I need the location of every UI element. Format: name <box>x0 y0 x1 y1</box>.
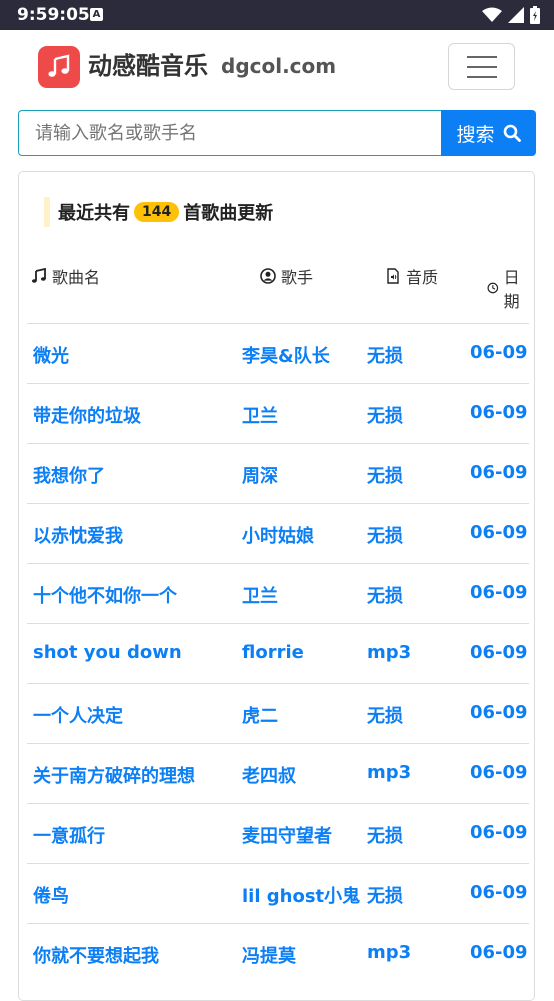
title-prefix: 最近共有 <box>58 203 130 224</box>
date-text[interactable]: 06-09 <box>470 642 528 663</box>
quality-link[interactable]: mp3 <box>367 762 411 783</box>
song-list: 微光 李昊&队长 无损 06-09 带走你的垃圾 卫兰 无损 06-09 我想你… <box>27 323 529 983</box>
sim-icon: A <box>90 8 103 21</box>
song-link[interactable]: shot you down <box>33 642 182 663</box>
table-row[interactable]: 以赤忱爱我 小时姑娘 无损 06-09 <box>27 503 529 563</box>
title-suffix: 首歌曲更新 <box>183 203 274 224</box>
artist-link[interactable]: 麦田守望者 <box>242 822 332 848</box>
quality-link[interactable]: 无损 <box>367 882 403 908</box>
search-input[interactable] <box>18 110 442 156</box>
artist-link[interactable]: 老四叔 <box>242 762 296 788</box>
date-text[interactable]: 06-09 <box>470 522 528 543</box>
artist-link[interactable]: 卫兰 <box>242 402 278 428</box>
navbar: 动感酷音乐 dgcol.com <box>0 30 554 106</box>
column-artist: 歌手 <box>260 264 313 288</box>
song-link[interactable]: 一意孤行 <box>33 822 105 848</box>
artist-link[interactable]: 李昊&队长 <box>242 342 330 368</box>
song-link[interactable]: 以赤忱爱我 <box>33 522 123 548</box>
search-icon <box>503 124 521 142</box>
song-link[interactable]: 我想你了 <box>33 462 105 488</box>
table-row[interactable]: 带走你的垃圾 卫兰 无损 06-09 <box>27 383 529 443</box>
date-text[interactable]: 06-09 <box>470 402 528 423</box>
status-time: 9:59:05 <box>17 5 90 25</box>
column-quality: 音质 <box>385 264 438 288</box>
table-row[interactable]: 我想你了 周深 无损 06-09 <box>27 443 529 503</box>
artist-link[interactable]: 冯提莫 <box>242 942 296 968</box>
artist-link[interactable]: 周深 <box>242 462 278 488</box>
music-note-icon <box>48 54 70 77</box>
table-row[interactable]: 微光 李昊&队长 无损 06-09 <box>27 323 529 383</box>
quality-link[interactable]: 无损 <box>367 522 403 548</box>
audio-file-icon <box>387 268 399 284</box>
table-row[interactable]: 倦鸟 lil ghost小鬼 无损 06-09 <box>27 863 529 923</box>
brand-domain[interactable]: dgcol.com <box>221 54 336 78</box>
status-icons <box>482 6 540 24</box>
date-text[interactable]: 06-09 <box>470 342 528 363</box>
date-text[interactable]: 06-09 <box>470 942 528 963</box>
table-row[interactable]: 关于南方破碎的理想 老四叔 mp3 06-09 <box>27 743 529 803</box>
artist-link[interactable]: florrie <box>242 642 304 663</box>
quality-link[interactable]: mp3 <box>367 642 411 663</box>
song-link[interactable]: 倦鸟 <box>33 882 69 908</box>
date-text[interactable]: 06-09 <box>470 762 528 783</box>
status-bar: 9:59:05 A <box>0 0 554 30</box>
artist-link[interactable]: lil ghost小鬼 <box>242 882 360 908</box>
table-row[interactable]: shot you down florrie mp3 06-09 <box>27 623 529 683</box>
search-button-label: 搜索 <box>456 123 495 146</box>
table-row[interactable]: 十个他不如你一个 卫兰 无损 06-09 <box>27 563 529 623</box>
quality-link[interactable]: 无损 <box>367 822 403 848</box>
logo[interactable] <box>38 46 80 88</box>
column-song: 歌曲名 <box>31 264 100 288</box>
artist-link[interactable]: 虎二 <box>242 702 278 728</box>
brand-name[interactable]: 动感酷音乐 <box>88 46 208 81</box>
quality-link[interactable]: mp3 <box>367 942 411 963</box>
music-note-icon <box>32 268 46 283</box>
song-link[interactable]: 微光 <box>33 342 69 368</box>
quality-link[interactable]: 无损 <box>367 582 403 608</box>
song-link[interactable]: 你就不要想起我 <box>33 942 159 968</box>
recent-updates-card: 最近共有 144 首歌曲更新 歌曲名 歌手 音质 日期 微光 李昊&队长 无损 … <box>18 171 535 1001</box>
quality-link[interactable]: 无损 <box>367 342 403 368</box>
table-header: 歌曲名 歌手 音质 日期 <box>31 264 527 311</box>
signal-icon <box>508 7 524 23</box>
quality-link[interactable]: 无损 <box>367 402 403 428</box>
menu-toggle-button[interactable] <box>448 43 515 90</box>
date-text[interactable]: 06-09 <box>470 582 528 603</box>
song-link[interactable]: 关于南方破碎的理想 <box>33 762 195 788</box>
card-title: 最近共有 144 首歌曲更新 <box>44 196 273 228</box>
count-badge: 144 <box>134 202 180 222</box>
column-date: 日期 <box>487 264 527 312</box>
table-row[interactable]: 你就不要想起我 冯提莫 mp3 06-09 <box>27 923 529 983</box>
artist-link[interactable]: 卫兰 <box>242 582 278 608</box>
quality-link[interactable]: 无损 <box>367 462 403 488</box>
date-text[interactable]: 06-09 <box>470 822 528 843</box>
artist-link[interactable]: 小时姑娘 <box>242 522 314 548</box>
date-text[interactable]: 06-09 <box>470 462 528 483</box>
search-button[interactable]: 搜索 <box>441 110 536 156</box>
wifi-icon <box>482 7 502 22</box>
battery-icon <box>530 6 540 24</box>
date-text[interactable]: 06-09 <box>470 702 528 723</box>
table-row[interactable]: 一个人决定 虎二 无损 06-09 <box>27 683 529 743</box>
song-link[interactable]: 带走你的垃圾 <box>33 402 141 428</box>
search-bar: 搜索 <box>18 110 536 156</box>
quality-link[interactable]: 无损 <box>367 702 403 728</box>
song-link[interactable]: 十个他不如你一个 <box>33 582 177 608</box>
song-link[interactable]: 一个人决定 <box>33 702 123 728</box>
date-text[interactable]: 06-09 <box>470 882 528 903</box>
table-row[interactable]: 一意孤行 麦田守望者 无损 06-09 <box>27 803 529 863</box>
clock-icon <box>487 282 499 294</box>
user-circle-icon <box>260 268 276 284</box>
menu-icon <box>466 55 497 58</box>
